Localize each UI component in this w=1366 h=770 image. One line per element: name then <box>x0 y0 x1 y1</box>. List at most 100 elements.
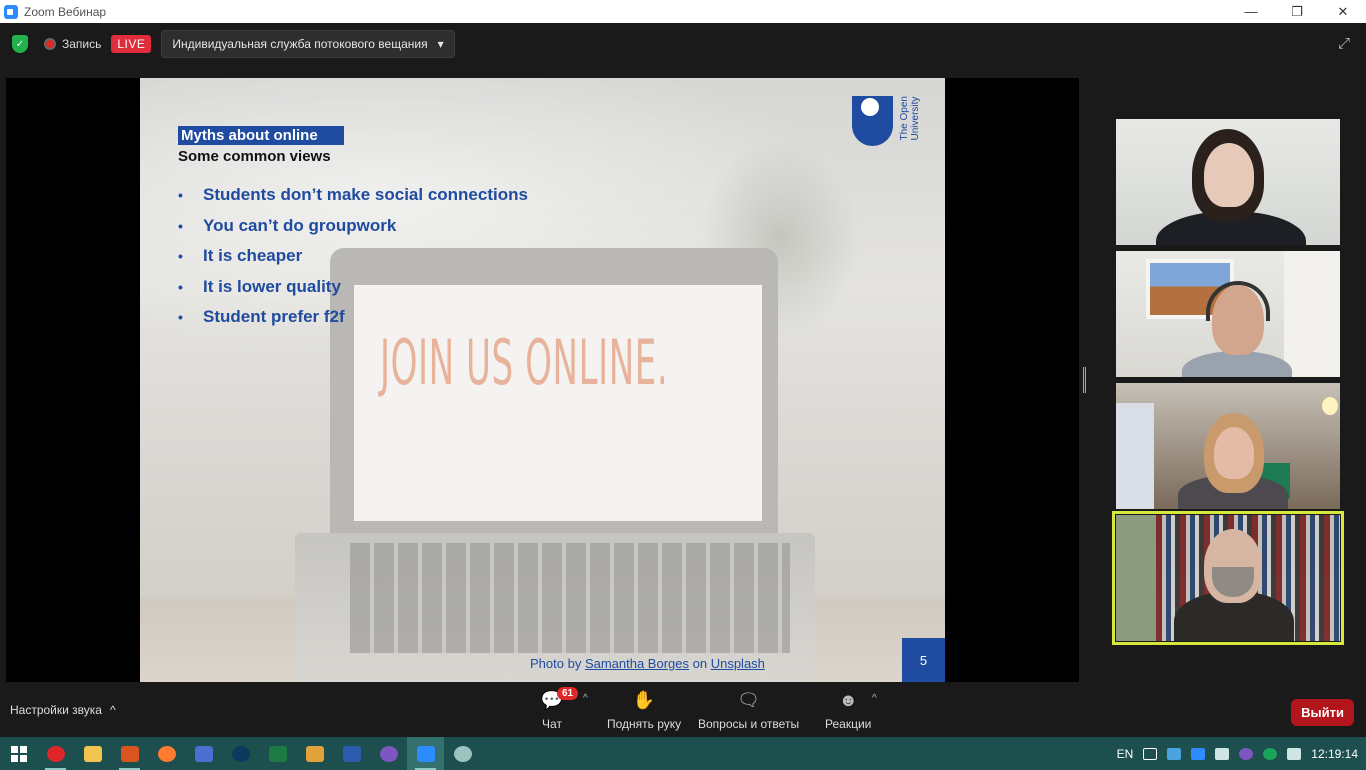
file-explorer-icon[interactable] <box>74 737 111 770</box>
bullet-text: Students don’t make social connections <box>203 185 528 205</box>
opera-glyph <box>46 745 65 762</box>
firefox-icon[interactable] <box>148 737 185 770</box>
slide-bullet: • It is cheaper <box>178 241 528 272</box>
door <box>1284 251 1340 377</box>
bullet-dot: • <box>178 309 183 326</box>
raise-hand-icon: ✋ <box>632 689 656 710</box>
raise-hand-button[interactable]: ✋ Поднять руку <box>607 689 681 732</box>
record-icon <box>44 38 56 50</box>
zoom-tray-icon[interactable] <box>1191 747 1206 760</box>
system-tray: EN 12:19:14 <box>1117 737 1358 770</box>
audio-settings-button[interactable]: Настройки звука ^ <box>10 703 116 717</box>
slide-bullet: • You can’t do groupwork <box>178 211 528 242</box>
close-button[interactable]: ✕ <box>1320 0 1366 23</box>
reactions-button[interactable]: ☻ Реакции <box>825 689 872 732</box>
reactions-label: Реакции <box>825 717 872 731</box>
shared-screen: JOIN US ONLINE. Myths about online Some … <box>6 78 1079 682</box>
record-label: Запись <box>62 37 102 51</box>
credit-prefix: Photo by <box>530 656 585 671</box>
webex-icon[interactable] <box>222 737 259 770</box>
paint-icon[interactable] <box>444 737 481 770</box>
credit-author-link[interactable]: Samantha Borges <box>585 656 689 671</box>
participant-video-tile[interactable] <box>1116 251 1340 377</box>
shield-check-icon[interactable]: ✓ <box>12 35 28 53</box>
streaming-service-label: Индивидуальная служба потокового вещания <box>172 37 428 51</box>
active-speaker-border <box>1112 511 1344 645</box>
save-app-glyph <box>194 745 213 762</box>
viber-icon[interactable] <box>370 737 407 770</box>
key-app-icon[interactable] <box>296 737 333 770</box>
ou-shield-icon <box>852 96 893 146</box>
live-badge: LIVE <box>111 35 152 53</box>
chevron-down-icon: ▾ <box>437 37 444 51</box>
word-icon[interactable] <box>333 737 370 770</box>
bullet-text: It is lower quality <box>203 276 341 296</box>
qa-label: Вопросы и ответы <box>698 717 800 731</box>
panel-resize-handle[interactable] <box>1083 367 1086 393</box>
laptop-screen-text: JOIN US ONLINE. <box>380 326 669 399</box>
clock[interactable]: 12:19:14 <box>1311 747 1358 761</box>
bullet-dot: • <box>178 248 183 265</box>
meeting-topbar: ✓ Запись LIVE Индивидуальная служба пото… <box>0 23 1366 65</box>
restore-button[interactable]: ❐ <box>1274 0 1320 23</box>
bullet-text: You can’t do groupwork <box>203 215 397 235</box>
battery-icon[interactable] <box>1143 747 1158 760</box>
fullscreen-icon[interactable]: ⤢ <box>1338 35 1354 52</box>
save-app-icon[interactable] <box>185 737 222 770</box>
minimize-button[interactable]: — <box>1228 0 1274 23</box>
wifi-icon[interactable] <box>1215 747 1230 760</box>
zoom-meeting-window: ✓ Запись LIVE Индивидуальная служба пото… <box>0 23 1366 737</box>
volume-icon[interactable] <box>1287 747 1302 760</box>
leave-button[interactable]: Выйти <box>1291 699 1354 726</box>
credit-mid: on <box>689 656 711 671</box>
ou-logo-line2: University <box>910 96 921 141</box>
slide-bullet-list: • Students don’t make social connections … <box>178 180 528 333</box>
presentation-icon[interactable] <box>111 737 148 770</box>
zoom-taskbar-icon[interactable] <box>407 737 444 770</box>
slide-bullet: • It is lower quality <box>178 272 528 303</box>
participant-face <box>1214 427 1254 479</box>
viber-tray-icon[interactable] <box>1239 747 1254 760</box>
bullet-text: It is cheaper <box>203 246 303 266</box>
webex-tray-icon[interactable] <box>1167 747 1182 760</box>
opera-icon[interactable] <box>37 737 74 770</box>
streaming-service-button[interactable]: Индивидуальная служба потокового вещания… <box>161 30 455 58</box>
slide-subtitle: Some common views <box>178 148 331 165</box>
participant-video-tile[interactable] <box>1116 383 1340 509</box>
chat-label: Чат <box>542 717 562 731</box>
language-indicator[interactable]: EN <box>1117 747 1134 761</box>
windows-taskbar: EN 12:19:14 <box>0 737 1366 770</box>
chevron-up-icon[interactable]: ^ <box>110 703 116 717</box>
audio-settings-label: Настройки звука <box>10 703 102 717</box>
webex-glyph <box>231 745 250 762</box>
chevron-up-icon[interactable]: ^ <box>872 693 877 704</box>
security-tray-icon[interactable] <box>1263 747 1278 760</box>
qa-icon: 🗨 <box>737 689 760 710</box>
presentation-glyph <box>120 745 139 762</box>
qa-button[interactable]: 🗨 Вопросы и ответы <box>698 689 800 732</box>
window-title: Zoom Вебинар <box>24 4 107 19</box>
bullet-dot: • <box>178 278 183 295</box>
bullet-dot: • <box>178 187 183 204</box>
photo-credit: Photo by Samantha Borges on Unsplash <box>530 656 765 671</box>
bullet-text: Student prefer f2f <box>203 307 345 327</box>
key-app-glyph <box>305 745 324 762</box>
lamp-light <box>1322 397 1338 415</box>
presentation-slide: JOIN US ONLINE. Myths about online Some … <box>140 78 945 682</box>
excel-glyph <box>268 745 287 762</box>
open-university-logo: The Open University <box>852 96 921 146</box>
participant-face <box>1204 143 1254 207</box>
excel-icon[interactable] <box>259 737 296 770</box>
zoom-glyph <box>416 745 435 762</box>
slide-page-number: 5 <box>902 638 945 682</box>
ou-logo-line1: The Open <box>899 96 910 141</box>
bullet-dot: • <box>178 217 183 234</box>
meeting-toolbar: Настройки звука ^ 💬 Чат 61 ^ ✋ Поднять р… <box>0 683 1366 737</box>
zoom-app-icon <box>4 4 18 19</box>
window-controls: — ❐ ✕ <box>1228 0 1366 23</box>
chevron-up-icon[interactable]: ^ <box>583 693 588 704</box>
window-background <box>1116 403 1154 509</box>
participant-video-tile[interactable] <box>1116 119 1340 245</box>
windows-start-icon[interactable] <box>0 737 37 770</box>
credit-site-link[interactable]: Unsplash <box>711 656 765 671</box>
